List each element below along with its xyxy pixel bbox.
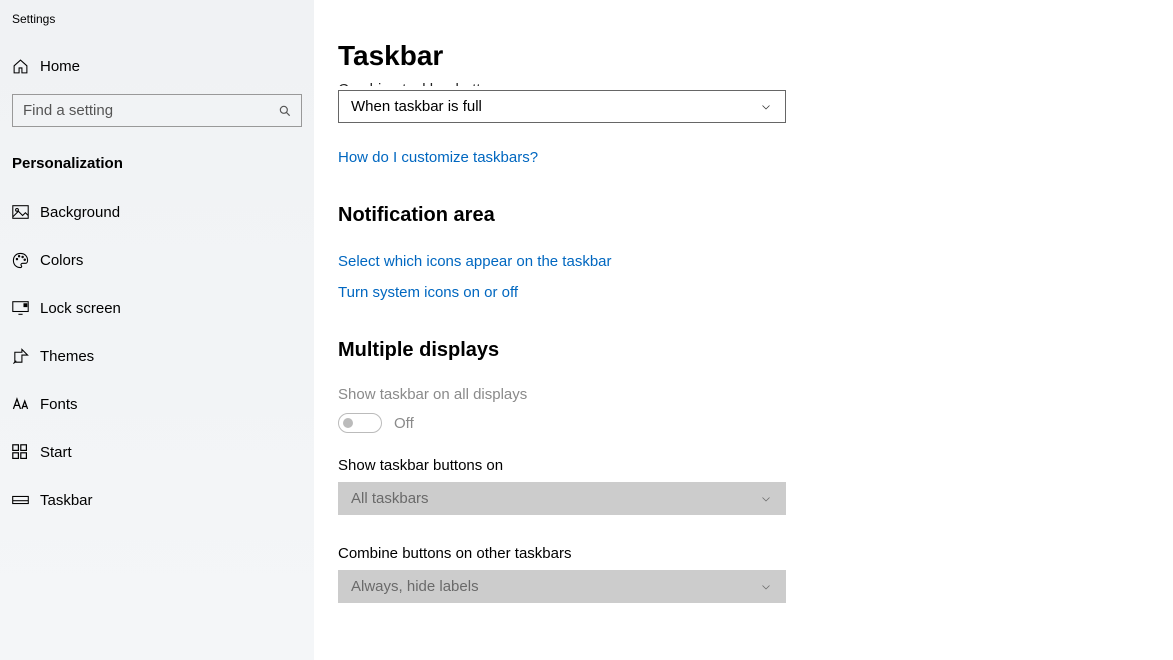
- nav-item-label: Start: [40, 444, 72, 461]
- link-select-icons[interactable]: Select which icons appear on the taskbar: [338, 253, 1173, 270]
- label-show-buttons-on: Show taskbar buttons on: [338, 457, 1173, 474]
- nav-item-start[interactable]: Start: [0, 430, 314, 474]
- dropdown-value: When taskbar is full: [351, 98, 482, 115]
- nav-item-label: Colors: [40, 252, 83, 269]
- search-icon: [277, 103, 293, 119]
- nav-item-label: Fonts: [40, 396, 78, 413]
- app-title: Settings: [0, 0, 314, 26]
- page-title: Taskbar: [338, 40, 1173, 72]
- section-multiple-displays: Multiple displays: [338, 339, 1173, 362]
- nav-item-themes[interactable]: Themes: [0, 334, 314, 378]
- sidebar-section-label: Personalization: [0, 155, 314, 172]
- home-icon: [12, 58, 40, 75]
- toggle-show-all-displays[interactable]: [338, 413, 382, 433]
- start-icon: [12, 444, 40, 460]
- toggle-show-all-displays-row: Off: [338, 413, 1173, 433]
- main-content: Taskbar Combine taskbar buttons When tas…: [314, 0, 1173, 660]
- chevron-down-icon: [759, 100, 773, 114]
- sidebar: Settings Home Personalization Background…: [0, 0, 314, 660]
- taskbar-icon: [12, 495, 40, 505]
- nav-item-taskbar[interactable]: Taskbar: [0, 478, 314, 522]
- lockscreen-icon: [12, 301, 40, 315]
- section-notification-area: Notification area: [338, 204, 1173, 227]
- themes-icon: [12, 348, 40, 365]
- link-system-icons[interactable]: Turn system icons on or off: [338, 284, 1173, 301]
- toggle-state-label: Off: [394, 415, 414, 432]
- nav-item-fonts[interactable]: Fonts: [0, 382, 314, 426]
- dropdown-combine-other: Always, hide labels: [338, 570, 786, 603]
- dropdown-show-buttons-on: All taskbars: [338, 482, 786, 515]
- nav-item-lockscreen[interactable]: Lock screen: [0, 286, 314, 330]
- combine-taskbar-dropdown[interactable]: When taskbar is full: [338, 90, 786, 123]
- nav-item-colors[interactable]: Colors: [0, 238, 314, 282]
- fonts-icon: [12, 397, 40, 411]
- nav-item-background[interactable]: Background: [0, 190, 314, 234]
- nav-home[interactable]: Home: [0, 44, 314, 88]
- chevron-down-icon: [759, 492, 773, 506]
- nav-item-label: Lock screen: [40, 300, 121, 317]
- chevron-down-icon: [759, 580, 773, 594]
- nav-item-label: Taskbar: [40, 492, 93, 509]
- search-wrap: [0, 94, 314, 127]
- nav-item-label: Background: [40, 204, 120, 221]
- palette-icon: [12, 252, 40, 269]
- label-show-all-displays: Show taskbar on all displays: [338, 386, 1173, 403]
- search-box[interactable]: [12, 94, 302, 127]
- search-input[interactable]: [13, 95, 301, 126]
- help-link-customize[interactable]: How do I customize taskbars?: [338, 149, 1173, 166]
- nav-home-label: Home: [40, 58, 80, 75]
- combine-taskbar-label-cutoff: Combine taskbar buttons: [338, 78, 786, 86]
- dropdown-value: Always, hide labels: [351, 578, 479, 595]
- picture-icon: [12, 205, 40, 219]
- nav-item-label: Themes: [40, 348, 94, 365]
- label-combine-other: Combine buttons on other taskbars: [338, 545, 1173, 562]
- dropdown-value: All taskbars: [351, 490, 429, 507]
